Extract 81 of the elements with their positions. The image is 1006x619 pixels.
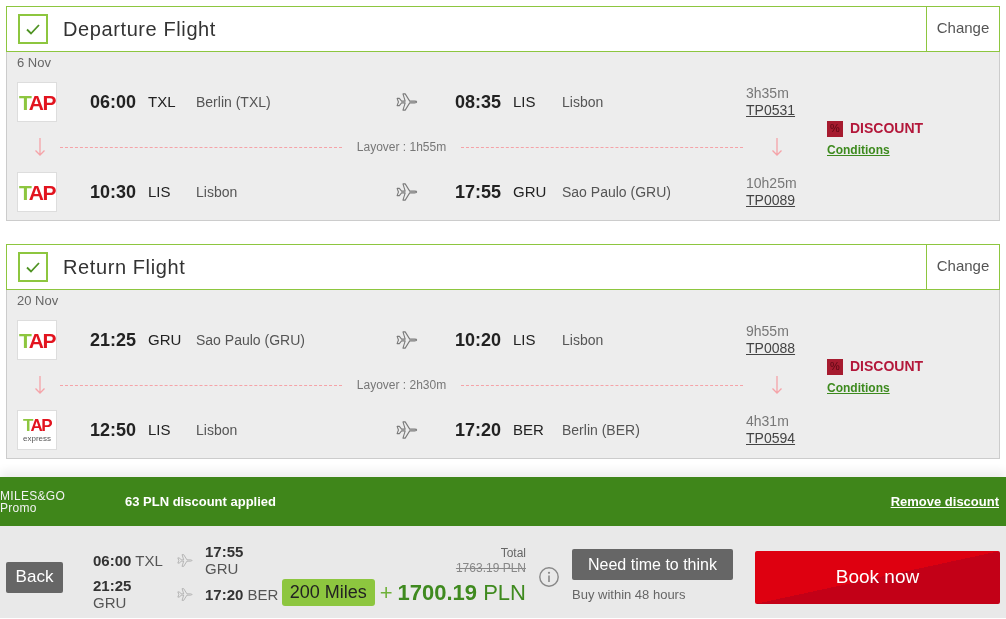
- conditions-link[interactable]: Conditions: [827, 379, 890, 397]
- section-title: Return Flight: [63, 255, 186, 280]
- down-arrow-icon: [771, 137, 783, 157]
- flight-number-link[interactable]: TP0531: [746, 102, 796, 119]
- departure-time: 10:30: [90, 181, 137, 202]
- discount-message: 63 PLN discount applied: [125, 492, 276, 511]
- summary-arrival-time: 17:20: [205, 585, 244, 603]
- plane-icon: [396, 331, 418, 349]
- arrival-city: Sao Paulo (GRU): [562, 184, 671, 200]
- book-now-button[interactable]: Book now: [755, 550, 1000, 604]
- percent-icon: %: [827, 120, 843, 137]
- plane-icon: [177, 553, 193, 567]
- summary-arrival-time: 17:55: [205, 543, 244, 560]
- down-arrow-icon: [771, 375, 783, 395]
- arrival-airport-code: GRU: [513, 183, 547, 200]
- summary-departure-code: TXL: [135, 551, 163, 569]
- departure-time: 12:50: [90, 419, 137, 440]
- conditions-link[interactable]: Conditions: [827, 141, 890, 159]
- arrival-time: 17:55: [455, 181, 502, 202]
- down-arrow-icon: [34, 375, 46, 395]
- flight-number-link[interactable]: TP0594: [746, 430, 796, 447]
- flight-date: 6 Nov: [17, 55, 52, 71]
- airline-logo: TAP: [17, 172, 57, 212]
- summary-arrival-code: GRU: [205, 560, 239, 577]
- departure-airport-code: TXL: [148, 93, 176, 110]
- plane-icon: [396, 421, 418, 439]
- discount-label: DISCOUNT: [850, 357, 924, 376]
- discount-label: DISCOUNT: [850, 119, 924, 138]
- layover-text: Layover : 1h55m: [355, 139, 448, 156]
- arrival-airport-code: LIS: [513, 331, 536, 348]
- back-button[interactable]: Back: [6, 561, 63, 593]
- departure-city: Berlin (TXL): [196, 94, 271, 110]
- airline-logo: TAP: [17, 82, 57, 122]
- summary-departure-time: 21:25: [93, 577, 132, 594]
- plane-icon: [396, 183, 418, 201]
- promo-brand-logo: MILES&GO Promo: [0, 489, 67, 514]
- hold-booking-button[interactable]: Need time to think: [572, 549, 733, 581]
- flight-duration: 10h25m: [746, 175, 797, 192]
- flight-number-link[interactable]: TP0088: [746, 340, 796, 357]
- departure-airport-code: LIS: [148, 421, 171, 438]
- departure-city: Sao Paulo (GRU): [196, 332, 305, 348]
- info-icon[interactable]: [539, 567, 559, 587]
- arrival-city: Lisbon: [562, 94, 604, 110]
- total-label: Total: [500, 545, 526, 561]
- flight-number-link[interactable]: TP0089: [746, 192, 796, 209]
- summary-departure-time: 06:00: [93, 551, 132, 569]
- plane-icon: [396, 93, 418, 111]
- arrival-airport-code: LIS: [513, 93, 536, 110]
- plane-icon: [177, 587, 193, 601]
- departure-city: Lisbon: [196, 184, 238, 200]
- arrival-city: Lisbon: [562, 332, 604, 348]
- section-title: Departure Flight: [63, 17, 216, 42]
- checkbox[interactable]: [18, 14, 48, 44]
- remove-discount-link[interactable]: Remove discount: [890, 491, 999, 512]
- plus-sign: +: [379, 578, 393, 607]
- airline-logo: TAP express: [17, 410, 57, 450]
- layover-text: Layover : 2h30m: [355, 377, 448, 394]
- miles-amount: 200 Miles: [281, 578, 375, 606]
- summary-arrival-code: BER: [247, 585, 279, 603]
- down-arrow-icon: [34, 137, 46, 157]
- departure-time: 21:25: [90, 329, 137, 350]
- percent-icon: %: [827, 358, 843, 375]
- total-price: 1700.19 PLN: [397, 578, 526, 607]
- departure-airport-code: GRU: [148, 331, 182, 348]
- flight-date: 20 Nov: [17, 293, 60, 309]
- arrival-time: 08:35: [455, 91, 502, 112]
- arrival-time: 10:20: [455, 329, 502, 350]
- arrival-city: Berlin (BER): [562, 422, 640, 438]
- arrival-airport-code: BER: [513, 421, 544, 438]
- flight-duration: 9h55m: [746, 323, 789, 340]
- departure-city: Lisbon: [196, 422, 238, 438]
- checkbox[interactable]: [18, 252, 48, 282]
- arrival-time: 17:20: [455, 419, 502, 440]
- airline-logo: TAP: [17, 320, 57, 360]
- departure-airport-code: LIS: [148, 183, 171, 200]
- departure-time: 06:00: [90, 91, 137, 112]
- flight-duration: 4h31m: [746, 413, 789, 430]
- summary-departure-code: GRU: [93, 594, 127, 611]
- hold-note: Buy within 48 hours: [572, 586, 686, 605]
- old-price: 1763.19 PLN: [455, 560, 526, 576]
- flight-duration: 3h35m: [746, 85, 789, 102]
